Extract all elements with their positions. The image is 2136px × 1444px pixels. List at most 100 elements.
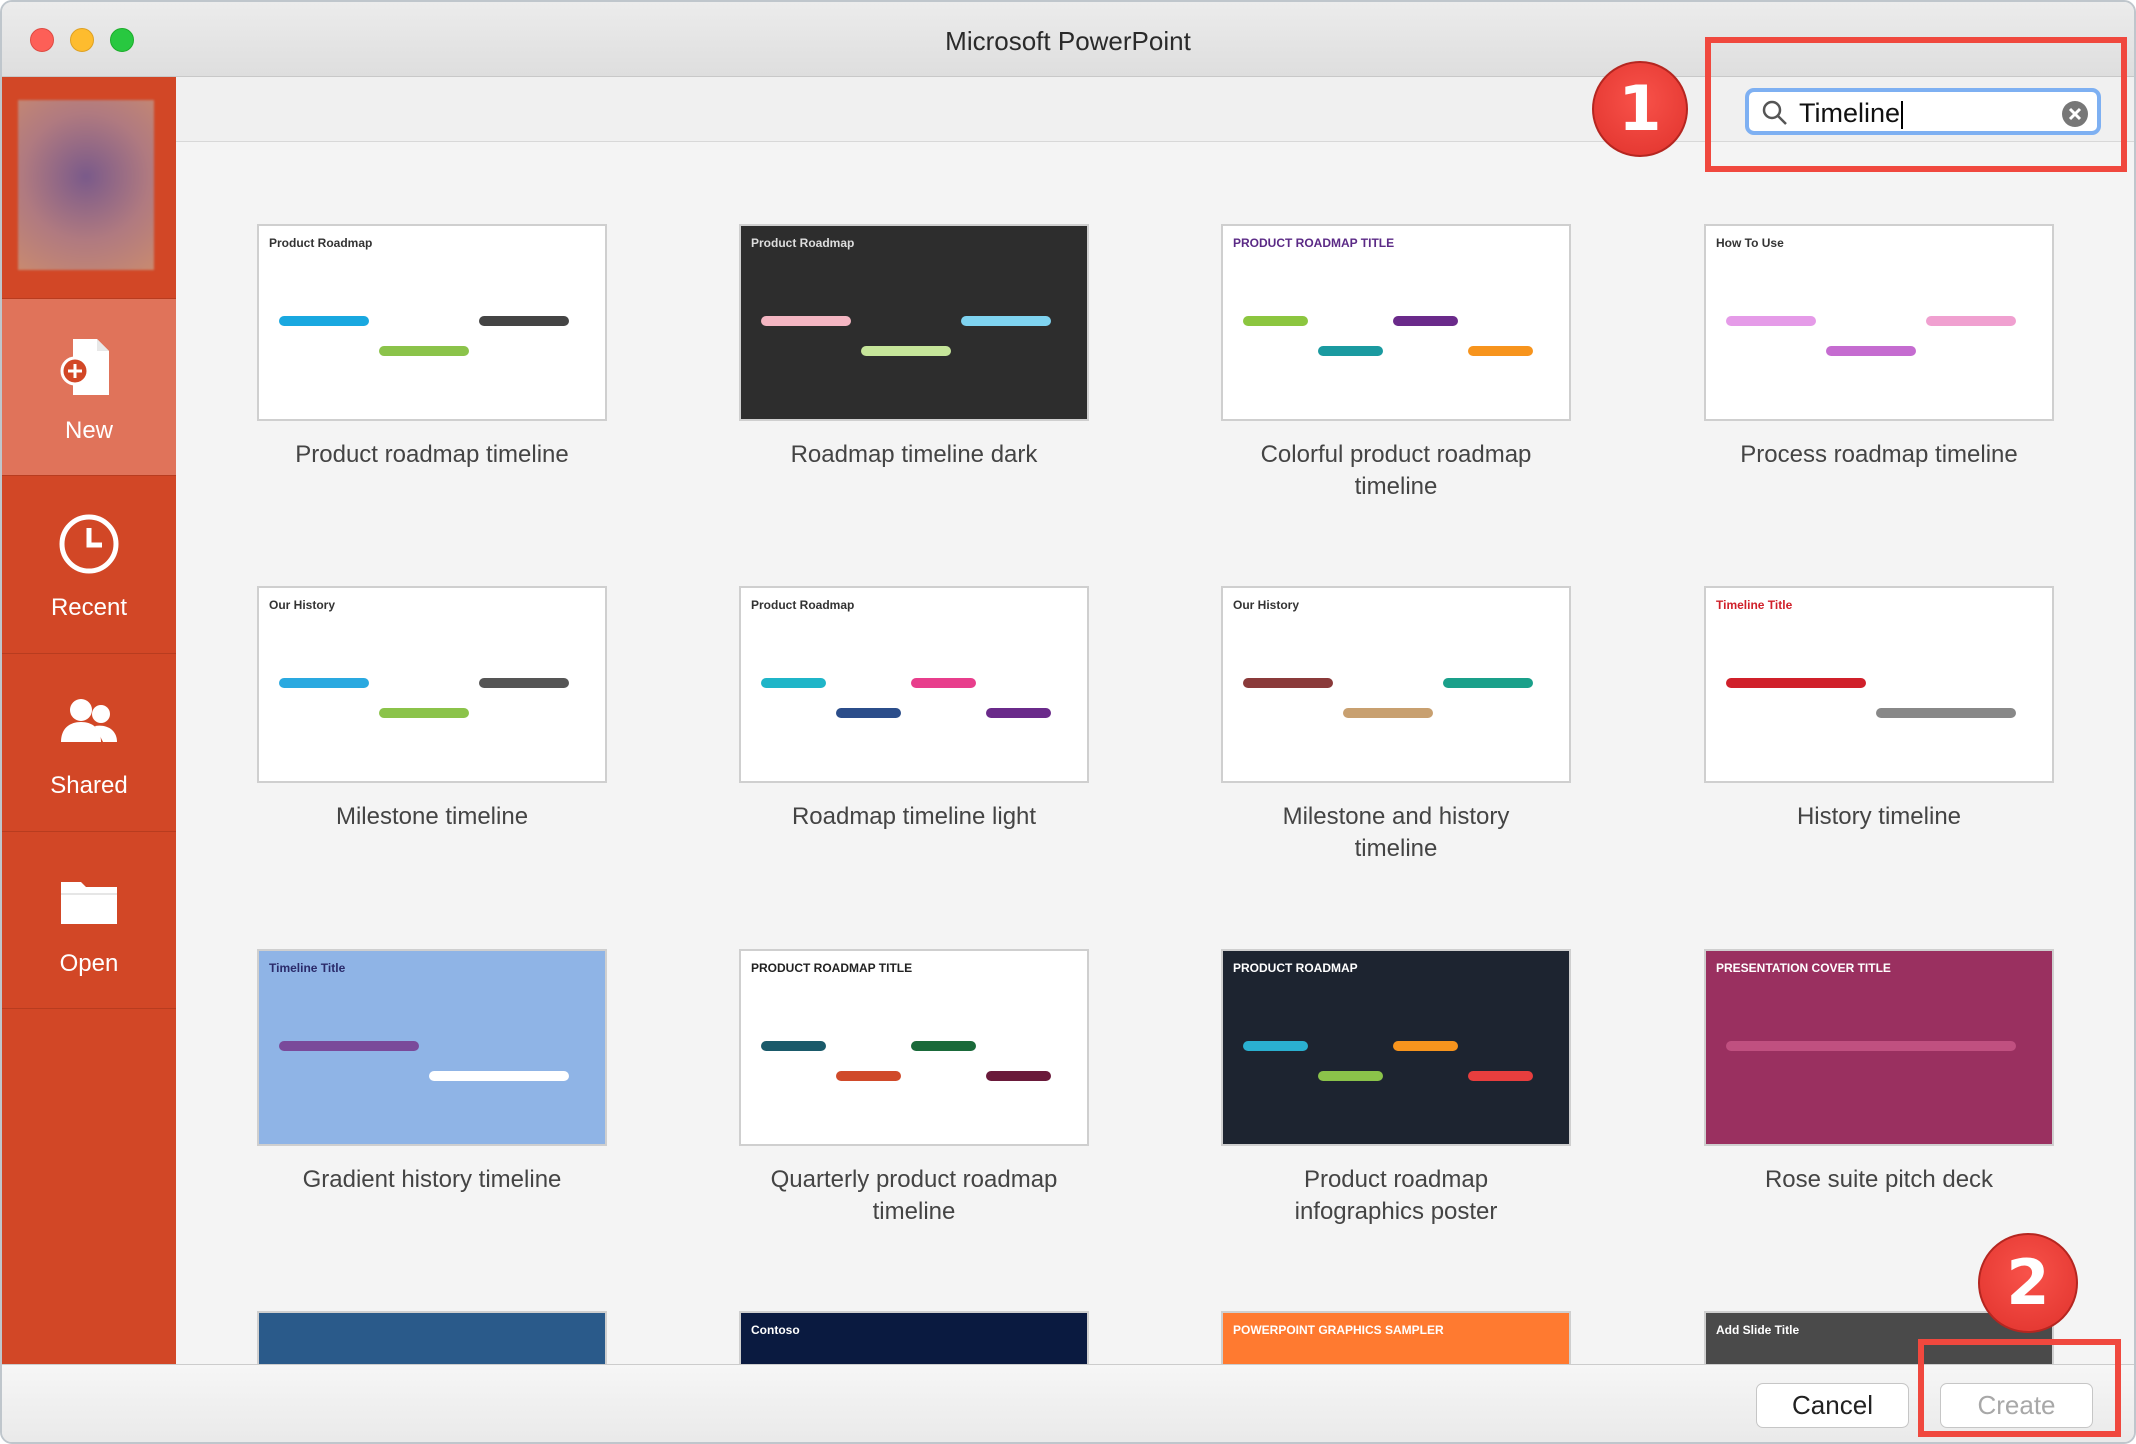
template-thumbnail[interactable]: Product Roadmap (739, 586, 1089, 783)
template-thumbnail[interactable] (257, 1311, 607, 1364)
template-thumbnail[interactable]: POWERPOINT GRAPHICS SAMPLER (1221, 1311, 1571, 1364)
template-thumbnail[interactable]: Timeline Title (257, 949, 607, 1146)
thumbnail-decoration (1318, 346, 1383, 356)
template-card[interactable]: Product Roadmap Roadmap timeline dark (739, 224, 1089, 471)
cancel-button[interactable]: Cancel (1756, 1383, 1909, 1428)
thumbnail-decoration (1318, 1071, 1383, 1081)
thumbnail-title: How To Use (1716, 236, 1784, 250)
template-name: Gradient history timeline (302, 1166, 562, 1193)
template-name: Roadmap timeline dark (790, 441, 1038, 468)
thumbnail-title: Our History (269, 598, 336, 612)
thumbnail-decoration (1393, 1041, 1458, 1051)
template-thumbnail[interactable]: How To Use (1704, 224, 2054, 421)
sidebar-item-label: New (64, 417, 113, 444)
template-thumbnail[interactable]: PRODUCT ROADMAP TITLE (739, 949, 1089, 1146)
template-card[interactable]: PRODUCT ROADMAP TITLE Quarterly product r… (739, 949, 1089, 1228)
template-card[interactable]: How To Use Process roadmap timeline (1704, 224, 2054, 471)
sidebar-item-new[interactable]: New (2, 298, 176, 476)
template-thumbnail[interactable]: Our History (257, 586, 607, 783)
thumbnail-title: PRODUCT ROADMAP TITLE (1233, 236, 1395, 250)
thumbnail-decoration (961, 316, 1051, 326)
highlight-box-create (1918, 1339, 2121, 1437)
thumbnail-decoration (1926, 316, 2016, 326)
thumbnail-title: Contoso (751, 1323, 800, 1337)
template-card[interactable] (257, 1311, 607, 1364)
template-name: Colorful product roadmap timeline (1260, 441, 1532, 500)
clock-icon (59, 514, 119, 574)
thumbnail-decoration (1243, 316, 1308, 326)
template-card[interactable]: Contoso (739, 1311, 1089, 1364)
sidebar-item-recent[interactable]: Recent (2, 475, 176, 653)
template-thumbnail[interactable]: PRESENTATION COVER TITLE (1704, 949, 2054, 1146)
template-thumbnail[interactable]: Product Roadmap (257, 224, 607, 421)
template-thumbnail[interactable]: Our History (1221, 586, 1571, 783)
template-name: Quarterly product roadmap timeline (770, 1166, 1058, 1225)
new-document-icon (60, 339, 109, 395)
thumbnail-decoration (1243, 1041, 1308, 1051)
thumbnail-decoration (761, 678, 826, 688)
thumbnail-decoration (1443, 678, 1533, 688)
sidebar-item-shared[interactable]: Shared (2, 653, 176, 831)
thumbnail-title: PRODUCT ROADMAP TITLE (751, 961, 913, 975)
highlight-box-search (1705, 37, 2127, 172)
thumbnail-title: PRODUCT ROADMAP (1233, 961, 1358, 975)
thumbnail-decoration (1468, 346, 1533, 356)
template-thumbnail[interactable]: PRODUCT ROADMAP TITLE (1221, 224, 1571, 421)
step-badge-1: 1 (1592, 61, 1688, 157)
template-thumbnail[interactable]: Product Roadmap (739, 224, 1089, 421)
thumbnail-decoration (379, 708, 469, 718)
powerpoint-window: Microsoft PowerPoint New Recent Shared O… (0, 0, 2136, 1444)
sidebar-item-label: Shared (50, 772, 128, 799)
template-name: Milestone and history timeline (1282, 803, 1510, 862)
template-thumbnail[interactable]: Timeline Title (1704, 586, 2054, 783)
template-thumbnail[interactable]: Contoso (739, 1311, 1089, 1364)
template-card[interactable]: Our History Milestone timeline (257, 586, 607, 833)
template-card[interactable]: Timeline Title History timeline (1704, 586, 2054, 833)
thumbnail-decoration (986, 1071, 1051, 1081)
thumbnail-decoration (429, 1071, 569, 1081)
folder-icon (61, 882, 117, 924)
thumbnail-decoration (479, 316, 569, 326)
avatar[interactable] (18, 100, 154, 270)
thumbnail-decoration (1468, 1071, 1533, 1081)
thumbnail-decoration (1393, 316, 1458, 326)
template-thumbnail[interactable]: PRODUCT ROADMAP (1221, 949, 1571, 1146)
thumbnail-title: Timeline Title (1716, 598, 1793, 612)
template-card[interactable]: Product Roadmap Product roadmap timeline (257, 224, 607, 471)
people-icon (61, 699, 117, 742)
sidebar-item-open[interactable]: Open (2, 831, 176, 1009)
thumbnail-title: Timeline Title (269, 961, 346, 975)
template-name: Product roadmap infographics poster (1294, 1166, 1498, 1225)
template-card[interactable]: Our History Milestone and history timelin… (1221, 586, 1571, 865)
template-name: History timeline (1796, 803, 1962, 830)
thumbnail-decoration (761, 1041, 826, 1051)
thumbnail-decoration (1726, 678, 1866, 688)
template-card[interactable]: POWERPOINT GRAPHICS SAMPLER (1221, 1311, 1571, 1364)
thumbnail-decoration (1726, 316, 1816, 326)
sidebar: New Recent Shared Open (2, 77, 176, 1364)
template-name: Roadmap timeline light (791, 803, 1037, 830)
thumbnail-decoration (1876, 708, 2016, 718)
template-card[interactable]: Product Roadmap Roadmap timeline light (739, 586, 1089, 833)
step-badge-2: 2 (1978, 1233, 2078, 1333)
sidebar-item-label: Open (59, 950, 119, 977)
template-card[interactable]: Timeline Title Gradient history timeline (257, 949, 607, 1196)
template-card[interactable]: PRODUCT ROADMAP Product roadmap infograph… (1221, 949, 1571, 1228)
thumbnail-decoration (1343, 708, 1433, 718)
template-name: Process roadmap timeline (1740, 441, 2018, 468)
thumbnail-title: Our History (1233, 598, 1300, 612)
template-card[interactable]: PRESENTATION COVER TITLE Rose suite pitch… (1704, 949, 2054, 1196)
thumbnail-decoration (761, 316, 851, 326)
thumbnail-decoration (1726, 1041, 2016, 1051)
template-name: Milestone timeline (335, 803, 529, 830)
template-card[interactable]: PRODUCT ROADMAP TITLE Colorful product ro… (1221, 224, 1571, 503)
thumbnail-decoration (379, 346, 469, 356)
thumbnail-decoration (836, 708, 901, 718)
thumbnail-decoration (911, 1041, 976, 1051)
thumbnail-decoration (861, 346, 951, 356)
template-name: Rose suite pitch deck (1764, 1166, 1994, 1193)
template-gallery: Product Roadmap Product roadmap timeline P… (176, 142, 2134, 1364)
thumbnail-title: Add Slide Title (1716, 1323, 1800, 1337)
footer: Cancel Create (2, 1364, 2134, 1442)
thumbnail-title: PRESENTATION COVER TITLE (1716, 961, 1891, 975)
